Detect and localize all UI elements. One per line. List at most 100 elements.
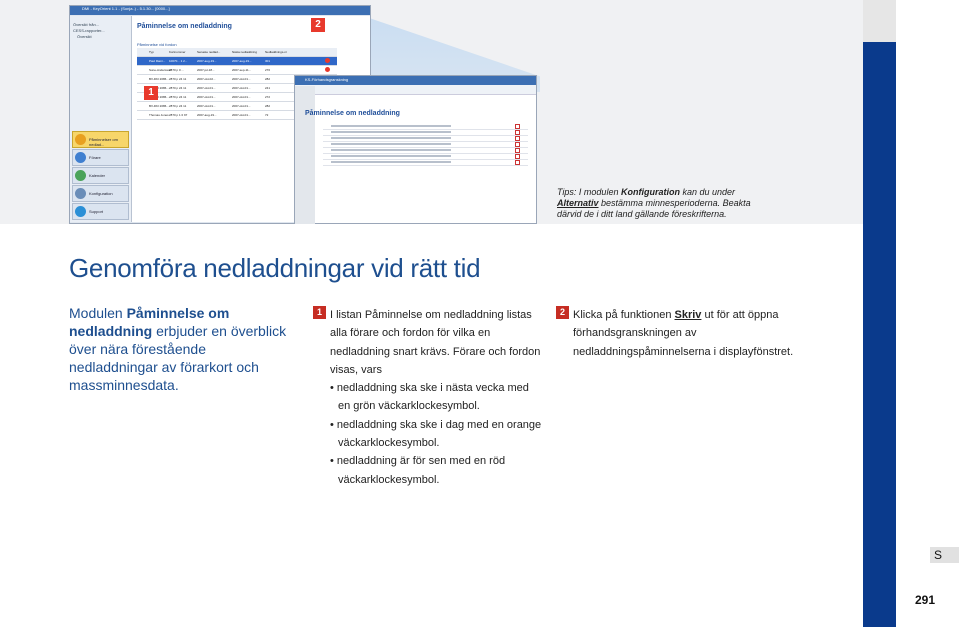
nav-button-reminders[interactable]: Påminnelser om nedlad... <box>72 131 129 148</box>
main-title: Påminnelse om nedladdning <box>137 23 232 30</box>
column-header[interactable]: Senaste nedlad... <box>197 50 220 54</box>
preview-title: Påminnelse om nedladdning <box>305 110 400 117</box>
table-header-row: Typ Kortnummer Senaste nedlad... Nästa n… <box>137 48 337 57</box>
tips-mid: kan du under <box>679 187 735 197</box>
clock-icon <box>75 134 86 145</box>
nav-button-label: Konfiguration <box>89 191 113 196</box>
preview-row-text <box>331 131 451 133</box>
alarm-clock-icon <box>515 154 520 159</box>
preview-row-text <box>331 155 451 157</box>
alarm-clock-icon <box>325 58 330 63</box>
table-cell: 272 <box>265 95 271 99</box>
calendar-icon <box>75 170 86 181</box>
table-cell: 2007-okt-01... <box>232 77 251 81</box>
nav-button-label: Förare <box>89 155 101 160</box>
table-filter[interactable]: Påminnelse vid fordon <box>137 42 177 47</box>
section-tab: S <box>930 547 959 563</box>
preview-window: KS-Förhandsgranskning Påminnelse om nedl… <box>294 75 537 224</box>
preview-window-title: KS-Förhandsgranskning <box>305 77 349 82</box>
preview-margin <box>295 86 315 224</box>
table-cell: 10070... 1 2... <box>169 59 188 63</box>
nav-button-drivers[interactable]: Förare <box>72 149 129 166</box>
column-header[interactable]: Nedladdnings-nr <box>265 50 287 54</box>
table-cell: 2007-okt-01... <box>197 86 216 90</box>
step-2-text: Klicka på funktionen Skriv ut för att öp… <box>573 306 806 361</box>
tips-note: Tips: I modulen Konfiguration kan du und… <box>557 187 772 220</box>
intro-text: Modulen Påminnelse om nedladdning erbjud… <box>69 304 294 394</box>
preview-titlebar: KS-Förhandsgranskning <box>295 76 536 85</box>
preview-row-text <box>331 161 451 163</box>
step-2-badge: 2 <box>556 306 569 319</box>
table-cell: 2007-okt-01... <box>232 113 251 117</box>
table-cell: 2870 p 24 11 <box>169 86 187 90</box>
driver-icon <box>75 152 86 163</box>
navigation-pane: Översikt från... CESS-rapporter... Övers… <box>70 16 132 222</box>
corner-block <box>863 0 896 42</box>
table-cell: 2870 p 24 11 <box>169 77 187 81</box>
nav-button-configuration[interactable]: Konfiguration <box>72 185 129 202</box>
table-row[interactable]: Paul Rami... 10070... 1 2... 2007-aug-19..… <box>137 57 337 66</box>
table-cell: 72 <box>265 113 269 117</box>
callout-badge-2: 2 <box>311 18 325 32</box>
tips-link[interactable]: Alternativ <box>557 198 599 208</box>
nav-button-support[interactable]: Support <box>72 203 129 220</box>
preview-row-text <box>331 125 451 127</box>
nav-button-label: Kalender <box>89 173 106 178</box>
table-cell: 2007-jul-18... <box>197 68 215 72</box>
step-1-bullet: • nedladdning är för sen med en röd väck… <box>330 455 506 486</box>
column-header[interactable]: Kortnummer <box>169 50 186 54</box>
page-title: Genomföra nedladdningar vid rätt tid <box>69 253 481 283</box>
callout-badge-1: 1 <box>144 86 158 100</box>
alarm-clock-icon <box>515 142 520 147</box>
preview-row-text <box>331 143 451 145</box>
table-cell: 241 <box>265 86 271 90</box>
intro-part: Modulen <box>69 305 127 321</box>
preview-row <box>323 160 528 166</box>
nav-tree: Översikt från... CESS-rapporter... Övers… <box>73 22 105 40</box>
table-cell: 2007-okt-01... <box>197 95 216 99</box>
print-link[interactable]: Skriv <box>675 309 702 321</box>
table-cell: 2007-okt-01... <box>232 95 251 99</box>
alarm-clock-icon <box>515 124 520 129</box>
table-cell: 2007-okt-01... <box>232 86 251 90</box>
column-header[interactable]: Typ <box>149 50 154 54</box>
table-cell: 2007-aug-19... <box>197 113 217 117</box>
tips-prefix: Tips: I modulen <box>557 187 621 197</box>
preview-toolbar <box>295 85 536 95</box>
table-cell: Sune-Andersson <box>149 68 172 72</box>
nav-tree-item[interactable]: Översikt <box>73 34 105 40</box>
chapter-sidebar <box>863 42 896 627</box>
table-row[interactable]: Sune-Andersson 2870 p 0 ... 2007-jul-18...… <box>137 66 337 75</box>
step-2-pre: Klicka på funktionen <box>573 309 675 321</box>
step-1-text: I listan Påminnelse om nedladdning lista… <box>330 309 541 376</box>
support-icon <box>75 206 86 217</box>
table-cell: 301 <box>265 59 271 63</box>
table-cell: 2870 p 24 11 <box>169 95 187 99</box>
table-cell: 2870 p 0 ... <box>169 68 185 72</box>
table-cell: 2007-okt-01... <box>232 104 251 108</box>
table-cell: 2007-sep-11... <box>232 68 252 72</box>
nav-button-calendar[interactable]: Kalender <box>72 167 129 184</box>
tips-module-name: Konfiguration <box>620 187 680 197</box>
window-title: DMI - KeyOrient 1.1 - (Sonja..) - 5.1.30… <box>82 6 170 11</box>
table-cell: 2870 p 1 0 97 <box>169 113 188 117</box>
table-cell: 2007-aug-19... <box>232 59 252 63</box>
table-cell: BV-DKI 2086... <box>149 104 169 108</box>
nav-button-label: Support <box>89 209 104 214</box>
step-1-badge: 1 <box>313 306 326 319</box>
alarm-clock-icon <box>515 130 520 135</box>
step-2: 2 Klicka på funktionen Skriv ut för att … <box>556 306 806 361</box>
page-number: 291 <box>915 593 936 607</box>
nav-button-label: Påminnelser om nedlad... <box>89 137 118 147</box>
table-cell: 2007-okt-01... <box>197 104 216 108</box>
column-header[interactable]: Nästa nedladdning <box>232 50 257 54</box>
step-1-bullet: • nedladdning ska ske i dag med en orang… <box>330 418 542 450</box>
table-cell: 282 <box>265 77 271 81</box>
preview-row-text <box>331 149 451 151</box>
window-titlebar: DMI - KeyOrient 1.1 - (Sonja..) - 5.1.30… <box>70 6 370 15</box>
step-1: 1 I listan Påminnelse om nedladdning lis… <box>313 306 543 489</box>
alarm-clock-icon <box>515 148 520 153</box>
table-cell: BV-DKI 2086... <box>149 77 169 81</box>
step-1-bullet: • nedladdning ska ske i nästa vecka med … <box>330 382 529 413</box>
table-cell: Thomas Jones <box>149 113 169 117</box>
